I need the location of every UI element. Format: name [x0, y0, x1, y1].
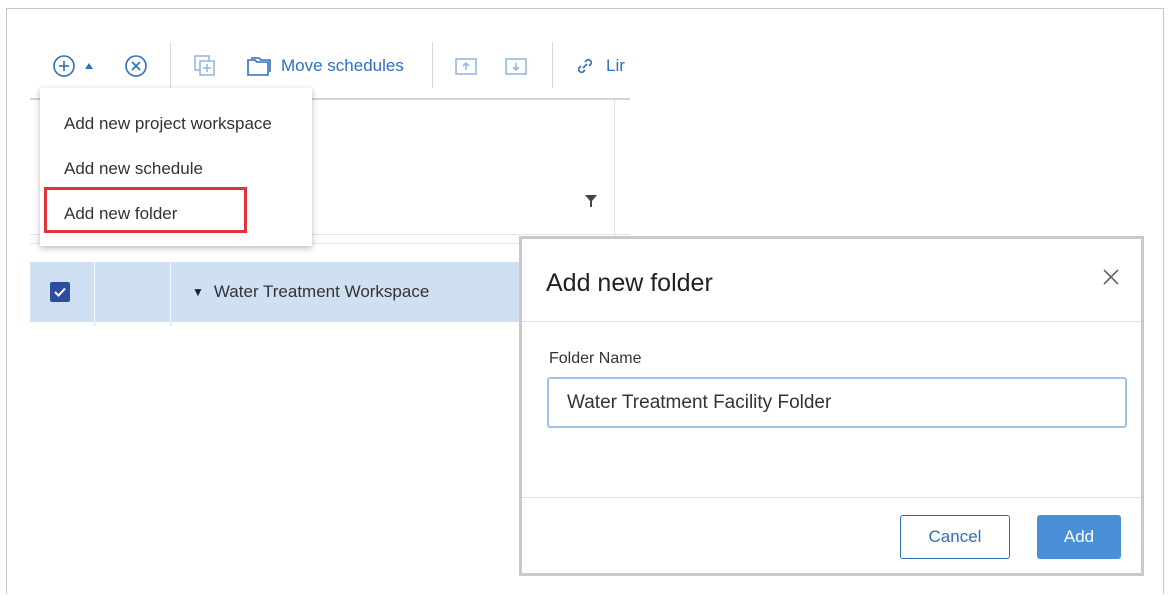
toolbar-divider — [432, 42, 433, 88]
caret-up-icon — [84, 62, 94, 70]
arrow-up-box-icon — [454, 55, 478, 77]
filter-icon[interactable] — [585, 194, 597, 212]
circle-x-icon — [124, 54, 148, 78]
link-icon — [574, 55, 596, 77]
move-schedules-label: Move schedules — [281, 56, 404, 75]
copy-button[interactable] — [192, 46, 218, 86]
folder-icon — [245, 54, 273, 78]
menu-item-add-schedule[interactable]: Add new schedule — [64, 159, 203, 179]
move-schedules-button[interactable]: Move schedules — [245, 46, 404, 86]
dialog-title: Add new folder — [546, 269, 713, 297]
circle-plus-icon — [52, 54, 76, 78]
dialog-header-divider — [522, 321, 1141, 322]
dialog-footer-divider — [522, 497, 1141, 498]
move-up-button[interactable] — [454, 46, 478, 86]
toolbar-divider — [552, 42, 553, 88]
remove-button[interactable] — [124, 46, 148, 86]
arrow-down-box-icon — [504, 55, 528, 77]
folder-name-label: Folder Name — [549, 350, 642, 367]
row-cell-divider — [170, 322, 171, 326]
expand-caret-icon[interactable]: ▼ — [192, 285, 204, 299]
add-button-dialog[interactable]: Add — [1037, 515, 1121, 559]
row-checkbox[interactable] — [50, 282, 70, 302]
row-cell-divider — [170, 262, 171, 322]
row-cell-divider — [94, 262, 95, 322]
menu-item-add-folder[interactable]: Add new folder — [64, 204, 177, 224]
grid-column-divider — [614, 100, 615, 236]
move-down-button[interactable] — [504, 46, 528, 86]
menu-item-add-project-workspace[interactable]: Add new project workspace — [64, 114, 272, 134]
add-button[interactable] — [52, 46, 94, 86]
row-cell-divider — [94, 322, 95, 326]
toolbar: Move schedules Lir — [50, 42, 640, 88]
row-name-label: Water Treatment Workspace — [213, 282, 430, 301]
link-button[interactable]: Lir — [574, 46, 625, 86]
toolbar-divider — [170, 42, 171, 88]
close-icon[interactable] — [1099, 265, 1123, 289]
row-name-cell[interactable]: ▼ Water Treatment Workspace — [192, 282, 429, 302]
cancel-button[interactable]: Cancel — [900, 515, 1010, 559]
link-label: Lir — [606, 56, 625, 75]
add-folder-dialog: Add new folder Folder Name Cancel Add — [519, 236, 1144, 576]
folder-name-input[interactable] — [547, 377, 1127, 428]
copy-plus-icon — [192, 54, 218, 78]
add-dropdown-menu: Add new project workspace Add new schedu… — [40, 88, 312, 246]
